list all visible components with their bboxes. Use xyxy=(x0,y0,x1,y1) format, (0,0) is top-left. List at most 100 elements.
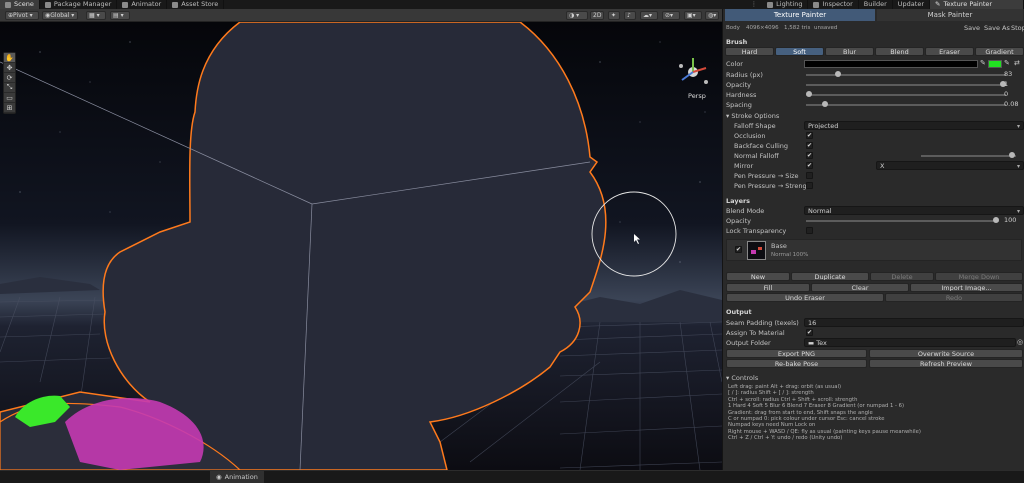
tab-animation[interactable]: ◉ Animation xyxy=(210,471,264,483)
output-folder-row: Output Folder ▬ Tex ◎ xyxy=(726,338,1024,348)
tab-texture-painter[interactable]: ✎ Texture Painter xyxy=(930,0,1024,9)
effects-dropdown-icon[interactable]: ☁▾ xyxy=(640,11,658,20)
lighting-toggle-icon[interactable]: ✦ xyxy=(608,11,620,20)
rebake-pose-button[interactable]: Re-bake Pose xyxy=(726,359,867,368)
grid-snap-button[interactable]: ▦ ▾ xyxy=(86,11,106,20)
merge-down-button[interactable]: Merge Down xyxy=(935,272,1023,281)
transform-tool-icon[interactable]: ⊞ xyxy=(4,103,15,113)
audio-toggle-icon[interactable]: ♪ xyxy=(624,11,636,20)
radius-slider[interactable] xyxy=(806,71,1006,77)
output-folder-field[interactable]: ▬ Tex xyxy=(804,338,1016,347)
color-swatch-primary[interactable] xyxy=(804,60,978,68)
color-settings-icon[interactable]: ⇄ xyxy=(1014,59,1020,67)
rect-tool-icon[interactable]: ▭ xyxy=(4,93,15,103)
brush-soft-button[interactable]: Soft xyxy=(775,47,824,56)
spacing-value[interactable]: 0.08 xyxy=(1002,100,1024,109)
radius-knob[interactable] xyxy=(835,71,842,77)
2d-toggle[interactable]: 2D xyxy=(590,11,604,20)
layer-opacity-slider[interactable] xyxy=(806,217,999,223)
color-swatch-secondary[interactable] xyxy=(988,60,1002,68)
scene-icon xyxy=(5,1,11,8)
save-as-link[interactable]: Save As xyxy=(984,23,1010,33)
scene-view[interactable]: ✋ ✥ ⟳ ⤡ ▭ ⊞ Persp xyxy=(0,22,722,470)
stop-link[interactable]: Stop xyxy=(1011,23,1024,33)
shading-mode-button[interactable]: ◑ ▾ xyxy=(566,11,588,20)
mirror-axis-dropdown[interactable]: X xyxy=(876,161,1024,170)
hardness-value[interactable]: 0 xyxy=(1002,90,1024,99)
tab-updater[interactable]: Updater xyxy=(893,0,930,9)
pen-size-checkbox[interactable] xyxy=(806,172,813,179)
assign-material-checkbox[interactable]: ✔ xyxy=(806,329,813,336)
swap-colors-icon[interactable]: ✎ xyxy=(1004,59,1010,67)
radius-value[interactable]: 83 xyxy=(1002,70,1024,79)
tab-builder[interactable]: Builder xyxy=(859,0,893,9)
opacity-value[interactable]: 1 xyxy=(1002,80,1024,89)
save-link[interactable]: Save xyxy=(964,23,980,33)
brush-blur-button[interactable]: Blur xyxy=(825,47,874,56)
stroke-options-foldout[interactable]: ▾ Stroke Options xyxy=(726,111,1024,121)
tab-inspector[interactable]: Inspector xyxy=(808,0,859,9)
redo-button[interactable]: Redo xyxy=(885,293,1023,302)
pen-strength-checkbox[interactable] xyxy=(806,182,813,189)
opacity-slider[interactable] xyxy=(806,81,1006,87)
export-png-button[interactable]: Export PNG xyxy=(726,349,867,358)
hardness-slider[interactable] xyxy=(806,91,1006,97)
layer-item-base[interactable]: ✔ Base Normal 100% xyxy=(726,239,1022,261)
persp-label[interactable]: Persp xyxy=(688,92,706,100)
move-tool-icon[interactable]: ✥ xyxy=(4,63,15,73)
snap-increment-button[interactable]: ▤ ▾ xyxy=(110,11,130,20)
eyedropper-icon[interactable]: ✎ xyxy=(980,59,986,67)
occlusion-checkbox[interactable]: ✔ xyxy=(806,132,813,139)
kebab-menu-icon[interactable]: ⋮ xyxy=(746,0,763,9)
rotate-tool-icon[interactable]: ⟳ xyxy=(4,73,15,83)
normal-falloff-slider[interactable] xyxy=(921,152,1016,158)
blend-mode-dropdown[interactable]: Normal xyxy=(804,206,1024,215)
mouse-pointer-icon xyxy=(634,234,640,244)
seam-padding-input[interactable]: 16 xyxy=(804,318,1024,327)
clear-button[interactable]: Clear xyxy=(811,283,909,292)
controls-help-text: Left drag: paint Alt + drag: orbit (as u… xyxy=(728,384,1022,442)
scale-tool-icon[interactable]: ⤡ xyxy=(4,83,15,93)
layer-visibility-checkbox[interactable]: ✔ xyxy=(735,246,742,253)
duplicate-layer-button[interactable]: Duplicate xyxy=(791,272,869,281)
brush-gradient-button[interactable]: Gradient xyxy=(975,47,1024,56)
tab-scene[interactable]: Scene xyxy=(0,0,40,9)
spacing-knob[interactable] xyxy=(821,101,828,107)
backface-checkbox[interactable]: ✔ xyxy=(806,142,813,149)
tab-texture-painter-mode[interactable]: Texture Painter xyxy=(725,9,875,21)
undo-eraser-button[interactable]: Undo Eraser xyxy=(726,293,884,302)
tab-package-manager[interactable]: Package Manager xyxy=(40,0,118,9)
orientation-gizmo[interactable] xyxy=(679,58,708,84)
blend-mode-label: Blend Mode xyxy=(726,207,765,215)
tab-lighting[interactable]: Lighting xyxy=(762,0,809,9)
gizmos-dropdown-icon[interactable]: ◍▾ xyxy=(705,11,719,20)
normal-falloff-knob[interactable] xyxy=(1009,152,1015,158)
tab-animator[interactable]: Animator xyxy=(117,0,168,9)
hand-tool-icon[interactable]: ✋ xyxy=(4,53,15,63)
refresh-preview-button[interactable]: Refresh Preview xyxy=(869,359,1023,368)
layer-opacity-value[interactable]: 100 xyxy=(1002,216,1024,225)
lock-transparency-checkbox[interactable] xyxy=(806,227,813,234)
overwrite-source-button[interactable]: Overwrite Source xyxy=(869,349,1023,358)
tab-mask-painter-mode[interactable]: Mask Painter xyxy=(877,9,1023,21)
layer-opacity-knob[interactable] xyxy=(993,217,999,223)
mirror-checkbox[interactable]: ✔ xyxy=(806,162,813,169)
hidden-objects-icon[interactable]: ⊘▾ xyxy=(662,11,680,20)
new-layer-button[interactable]: New xyxy=(726,272,790,281)
global-dropdown[interactable]: ◉Global ▾ xyxy=(42,11,78,20)
import-image-button[interactable]: Import Image... xyxy=(910,283,1023,292)
tab-asset-store[interactable]: Asset Store xyxy=(167,0,225,9)
delete-layer-button[interactable]: Delete xyxy=(870,272,934,281)
pivot-dropdown[interactable]: ⊕Pivot ▾ xyxy=(5,11,39,20)
brush-eraser-button[interactable]: Eraser xyxy=(925,47,974,56)
falloff-dropdown[interactable]: Projected xyxy=(804,121,1024,130)
normal-falloff-checkbox[interactable]: ✔ xyxy=(806,152,813,159)
fill-button[interactable]: Fill xyxy=(726,283,810,292)
controls-foldout[interactable]: ▾ Controls xyxy=(726,373,1024,383)
target-picker-icon[interactable]: ◎ xyxy=(1017,338,1023,346)
spacing-slider[interactable] xyxy=(806,101,1006,107)
hardness-knob[interactable] xyxy=(806,91,812,97)
brush-hard-button[interactable]: Hard xyxy=(725,47,774,56)
brush-blend-button[interactable]: Blend xyxy=(875,47,924,56)
camera-settings-icon[interactable]: ▣▾ xyxy=(684,11,702,20)
